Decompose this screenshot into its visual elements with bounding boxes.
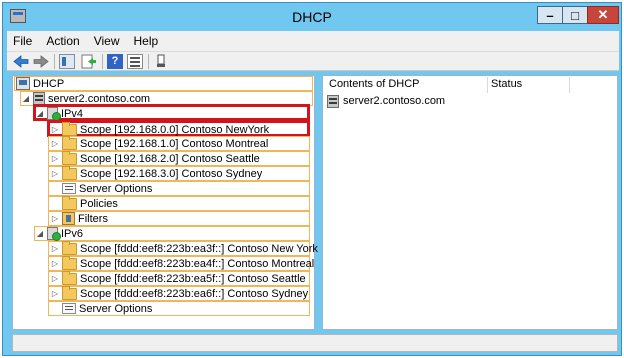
tree-node-scope[interactable]: ▷ Scope [192.168.3.0] Contoso Sydney	[51, 165, 262, 181]
column-header-contents[interactable]: Contents of DHCP	[329, 78, 419, 92]
dhcp-window: DHCP – □ ✕ File Action View Help ? DHCP …	[2, 2, 622, 356]
toolbar: ?	[7, 51, 619, 71]
mmc-icon[interactable]	[153, 54, 169, 69]
menu-action[interactable]: Action	[46, 34, 79, 48]
server-icon	[327, 94, 339, 108]
help-icon[interactable]: ?	[107, 54, 123, 69]
export-list-icon[interactable]	[81, 54, 97, 69]
folder-icon	[62, 165, 77, 180]
server-options-icon	[62, 183, 76, 194]
expand-icon[interactable]: ▷	[51, 154, 59, 163]
minimize-button[interactable]: –	[537, 6, 563, 24]
tree-node-server-options[interactable]: Server Options	[62, 181, 152, 196]
show-console-tree-icon[interactable]	[59, 54, 75, 69]
server-options-icon	[62, 303, 76, 314]
tree-node-scope[interactable]: ▷ Scope [192.168.2.0] Contoso Seattle	[51, 150, 260, 166]
expand-icon[interactable]: ▷	[51, 125, 59, 134]
results-pane[interactable]: Contents of DHCP Status server2.contoso.…	[322, 75, 618, 330]
tree-node-server-options[interactable]: Server Options	[62, 301, 152, 316]
forward-arrow-icon[interactable]	[33, 54, 49, 69]
tree-node-scope[interactable]: ▷ Scope [fddd:eef8:223b:ea4f::] Contoso …	[51, 255, 314, 271]
list-item-label: server2.contoso.com	[343, 95, 446, 107]
tree-node-ipv4[interactable]: ◢ IPv4	[36, 106, 83, 121]
filter-icon	[62, 212, 75, 225]
properties-icon[interactable]	[127, 54, 143, 69]
toolbar-separator	[102, 54, 103, 69]
tree-node-scope[interactable]: ▷ Scope [192.168.0.0] Contoso NewYork	[51, 121, 269, 137]
tree-node-filters[interactable]: ▷ Filters	[51, 211, 108, 226]
folder-icon	[62, 270, 77, 285]
menu-help[interactable]: Help	[134, 34, 159, 48]
expand-icon[interactable]: ▷	[51, 274, 59, 283]
tree-node-scope[interactable]: ▷ Scope [192.168.1.0] Contoso Montreal	[51, 135, 268, 151]
column-header-status[interactable]: Status	[491, 78, 522, 92]
tree-node-ipv6[interactable]: ◢ IPv6	[36, 226, 83, 241]
maximize-button[interactable]: □	[562, 6, 588, 24]
column-divider[interactable]	[569, 77, 570, 93]
folder-icon	[62, 285, 77, 300]
tree-node-scope[interactable]: ▷ Scope [fddd:eef8:223b:ea3f::] Contoso …	[51, 240, 318, 256]
window-title: DHCP	[292, 9, 332, 25]
tree-node-policies[interactable]: Policies	[62, 195, 118, 211]
toolbar-separator	[148, 54, 149, 69]
status-bar	[12, 334, 618, 352]
dhcp-icon	[16, 77, 30, 90]
collapse-icon[interactable]: ◢	[36, 109, 44, 118]
folder-icon	[62, 255, 77, 270]
toolbar-separator	[54, 54, 55, 69]
column-divider[interactable]	[487, 77, 488, 93]
folder-icon	[62, 195, 77, 210]
expand-icon[interactable]: ▷	[51, 169, 59, 178]
folder-icon	[62, 135, 77, 150]
console-tree[interactable]: DHCP ◢ server2.contoso.com ◢ IPv4 ▷ Scop…	[12, 75, 318, 330]
close-button[interactable]: ✕	[587, 6, 619, 24]
list-item[interactable]: server2.contoso.com	[327, 94, 445, 108]
folder-icon	[62, 150, 77, 165]
expand-icon[interactable]: ▷	[51, 289, 59, 298]
expand-icon[interactable]: ▷	[51, 139, 59, 148]
title-bar[interactable]: DHCP – □ ✕	[3, 3, 621, 31]
collapse-icon[interactable]: ◢	[36, 229, 44, 238]
folder-icon	[62, 240, 77, 255]
ipv4-icon	[47, 107, 61, 121]
menu-view[interactable]: View	[94, 34, 120, 48]
ipv6-icon	[47, 227, 61, 241]
menu-bar: File Action View Help	[7, 31, 619, 51]
tree-node-dhcp[interactable]: DHCP	[16, 76, 64, 91]
folder-icon	[62, 121, 77, 136]
menu-file[interactable]: File	[13, 34, 32, 48]
back-arrow-icon[interactable]	[13, 54, 29, 69]
expand-icon[interactable]: ▷	[51, 259, 59, 268]
tree-node-scope[interactable]: ▷ Scope [fddd:eef8:223b:ea5f::] Contoso …	[51, 270, 306, 286]
tree-node-scope[interactable]: ▷ Scope [fddd:eef8:223b:ea6f::] Contoso …	[51, 285, 308, 301]
expand-icon[interactable]: ▷	[51, 244, 59, 253]
expand-icon[interactable]: ▷	[51, 214, 59, 223]
collapse-icon[interactable]: ◢	[22, 94, 30, 103]
